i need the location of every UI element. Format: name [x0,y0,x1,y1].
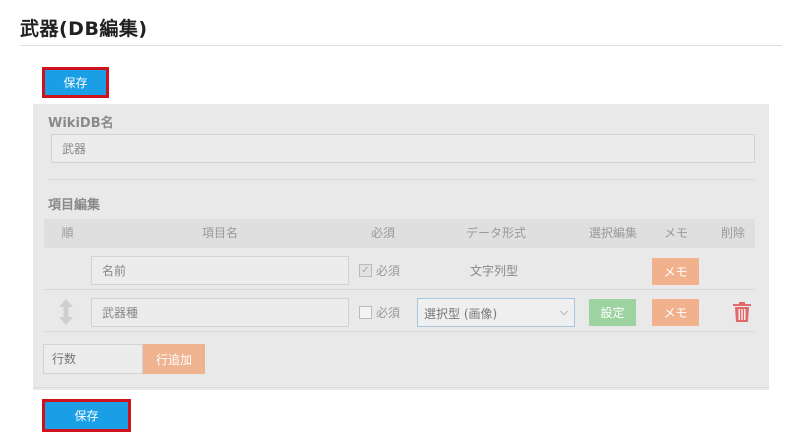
db-edit-panel: WikiDB名 項目編集 順 項目名 必須 データ形式 選択編集 メモ 削除 ✓… [33,104,769,390]
memo-button[interactable]: メモ [652,299,699,326]
data-type-text: 文字列型 [469,264,518,278]
row-count-input[interactable] [43,344,143,374]
col-select-edit: 選択編集 [588,226,637,240]
required-checkbox[interactable]: ✓ 必須 [359,262,400,279]
col-delete: 削除 [720,226,745,240]
data-type-select[interactable]: 選択型 (画像) ⌵ [417,298,575,327]
field-name-input[interactable] [91,256,349,285]
field-name-input[interactable] [91,298,349,327]
col-memo: メモ [663,226,688,240]
trash-icon[interactable] [733,302,751,322]
memo-button[interactable]: メモ [652,258,699,285]
col-data-type: データ形式 [465,226,526,240]
wikidb-name-label: WikiDB名 [48,116,114,131]
col-required: 必須 [370,226,395,240]
chevron-down-icon: ⌵ [559,305,568,318]
drag-handle-icon[interactable] [58,299,74,325]
checkbox-empty-icon [359,306,372,319]
col-order: 順 [61,226,74,240]
set-button[interactable]: 設定 [589,299,636,326]
col-field-name: 項目名 [201,226,238,240]
wikidb-name-input[interactable] [51,134,755,163]
field-edit-label: 項目編集 [48,198,101,213]
required-label: 必須 [376,306,401,320]
data-type-selected: 選択型 (画像) [424,307,498,321]
save-button-bottom[interactable]: 保存 [42,399,131,432]
required-label: 必須 [376,264,401,278]
panel-bottom-divider [33,387,769,388]
fields-table-header: 順 項目名 必須 データ形式 選択編集 メモ 削除 [44,219,755,248]
table-row: 必須 選択型 (画像) ⌵ 設定 メモ [44,292,755,332]
checkbox-checked-icon: ✓ [359,264,372,277]
required-checkbox[interactable]: 必須 [359,304,400,321]
save-button-top[interactable]: 保存 [42,67,109,98]
title-divider [20,45,782,46]
table-row: ✓ 必須 文字列型 メモ [44,250,755,290]
section-divider [48,179,754,180]
add-row-button[interactable]: 行追加 [143,344,205,374]
page-title: 武器(DB編集) [20,18,148,40]
